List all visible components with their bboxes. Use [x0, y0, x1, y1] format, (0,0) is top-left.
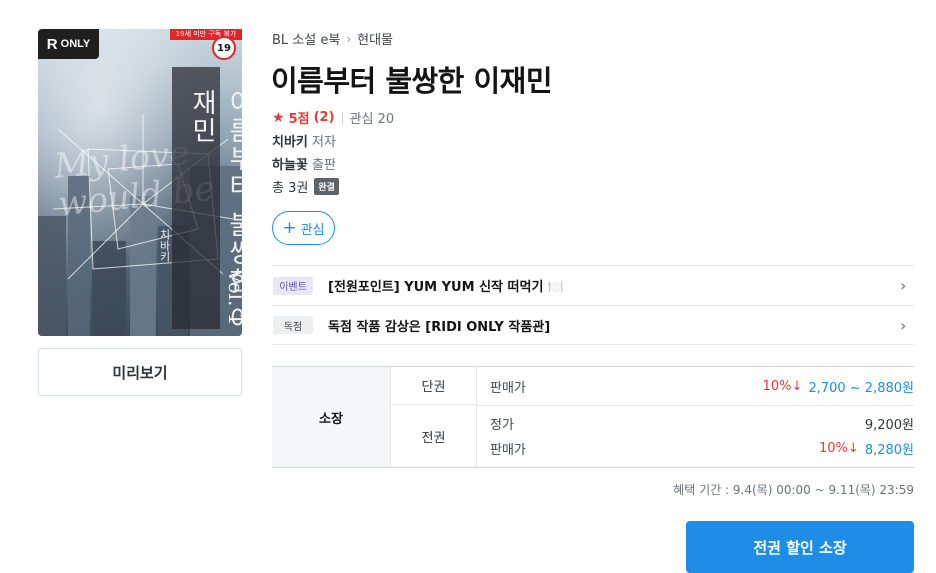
star-icon: ★ — [272, 109, 285, 126]
cover-author: 치바키 — [158, 229, 171, 262]
complete-badge: 완결 — [314, 178, 339, 195]
publisher-name[interactable]: 하늘꽃 — [272, 158, 308, 173]
chevron-right-icon: › — [900, 315, 907, 335]
author-role: 저자 — [312, 135, 336, 150]
event-row[interactable]: 독점 독점 작품 감상은 [RIDI ONLY 작품관] › — [272, 305, 914, 345]
wish-count: 관심 20 — [349, 112, 395, 127]
price-type-all: 전권 — [391, 405, 477, 467]
book-title: 이름부터 불쌍한 이재민 — [271, 64, 553, 98]
divider — [341, 111, 343, 124]
breadcrumb-genre[interactable]: 현대물 — [357, 29, 393, 48]
volume-count: 총 3권 — [272, 181, 309, 196]
publisher-role: 출판 — [312, 158, 336, 173]
breadcrumb-category[interactable]: BL 소설 e북 — [272, 29, 340, 48]
publisher-line: 하늘꽃 출판 — [272, 154, 336, 173]
price-label: 판매가 — [490, 380, 526, 396]
adult-19-icon: 19 — [212, 36, 236, 60]
price-label: 판매가 — [490, 442, 526, 458]
wish-button-label: 관심 — [300, 222, 325, 238]
sale-price: 2,700 ~ 2,880원 — [808, 380, 914, 396]
event-row[interactable]: 이벤트 [전원포인트] YUM YUM 신작 떠먹기 🍽️ › — [272, 265, 914, 305]
price-row-regular: 정가 9,200원 — [490, 413, 914, 433]
rating-count[interactable]: (2) — [314, 110, 335, 125]
chevron-right-icon: › — [900, 276, 907, 295]
price-label: 정가 — [490, 417, 514, 433]
rating-row: ★ 5점 (2) 관심 20 — [272, 108, 395, 128]
divider — [477, 405, 914, 406]
ridi-only-logo-letter: R — [46, 35, 58, 53]
price-row-single: 판매가 10%↓ 2,700 ~ 2,880원 — [490, 376, 914, 396]
preview-button[interactable]: 미리보기 — [38, 348, 242, 396]
cover-volume: Vol. 1 — [224, 269, 242, 326]
sale-price: 8,280원 — [864, 442, 914, 458]
plus-icon: + — [282, 217, 297, 238]
breadcrumb: BL 소설 e북 › 현대물 — [272, 29, 393, 49]
ridi-only-badge: R ONLY — [38, 29, 99, 59]
chevron-right-icon: › — [346, 31, 352, 46]
discount-rate: 10%↓ — [762, 378, 803, 394]
price-table: 소장 단권 판매가 10%↓ 2,700 ~ 2,880원 전권 정가 9,20… — [272, 366, 914, 468]
buy-all-button[interactable]: 전권 할인 소장 — [686, 521, 914, 573]
event-tag: 이벤트 — [273, 276, 313, 295]
book-cover[interactable]: My love would be 이름부터 불쌍한 이재민 치바키 Vol. 1 — [38, 29, 242, 336]
author-line: 치바키 저자 — [272, 131, 336, 150]
ridi-only-label: ONLY — [60, 38, 91, 50]
volumes-line: 총 3권 완결 — [272, 177, 339, 196]
exclusive-tag: 독점 — [273, 316, 313, 334]
regular-price: 9,200원 — [864, 417, 914, 433]
rating-score: 5점 — [288, 112, 310, 127]
benefit-period: 혜택 기간 : 9.4(목) 00:00 ~ 9.11(목) 23:59 — [673, 483, 914, 497]
price-row-sale: 판매가 10%↓ 8,280원 — [490, 438, 914, 458]
price-type-single: 단권 — [391, 367, 477, 405]
price-table-header: 소장 — [272, 367, 391, 467]
discount-rate: 10%↓ — [819, 440, 859, 456]
event-text: 독점 작품 감상은 [RIDI ONLY 작품관] — [328, 319, 551, 335]
wish-button[interactable]: + 관심 — [272, 211, 335, 245]
event-text: [전원포인트] YUM YUM 신작 떠먹기 🍽️ — [328, 280, 565, 295]
author-name[interactable]: 치바키 — [272, 135, 308, 150]
